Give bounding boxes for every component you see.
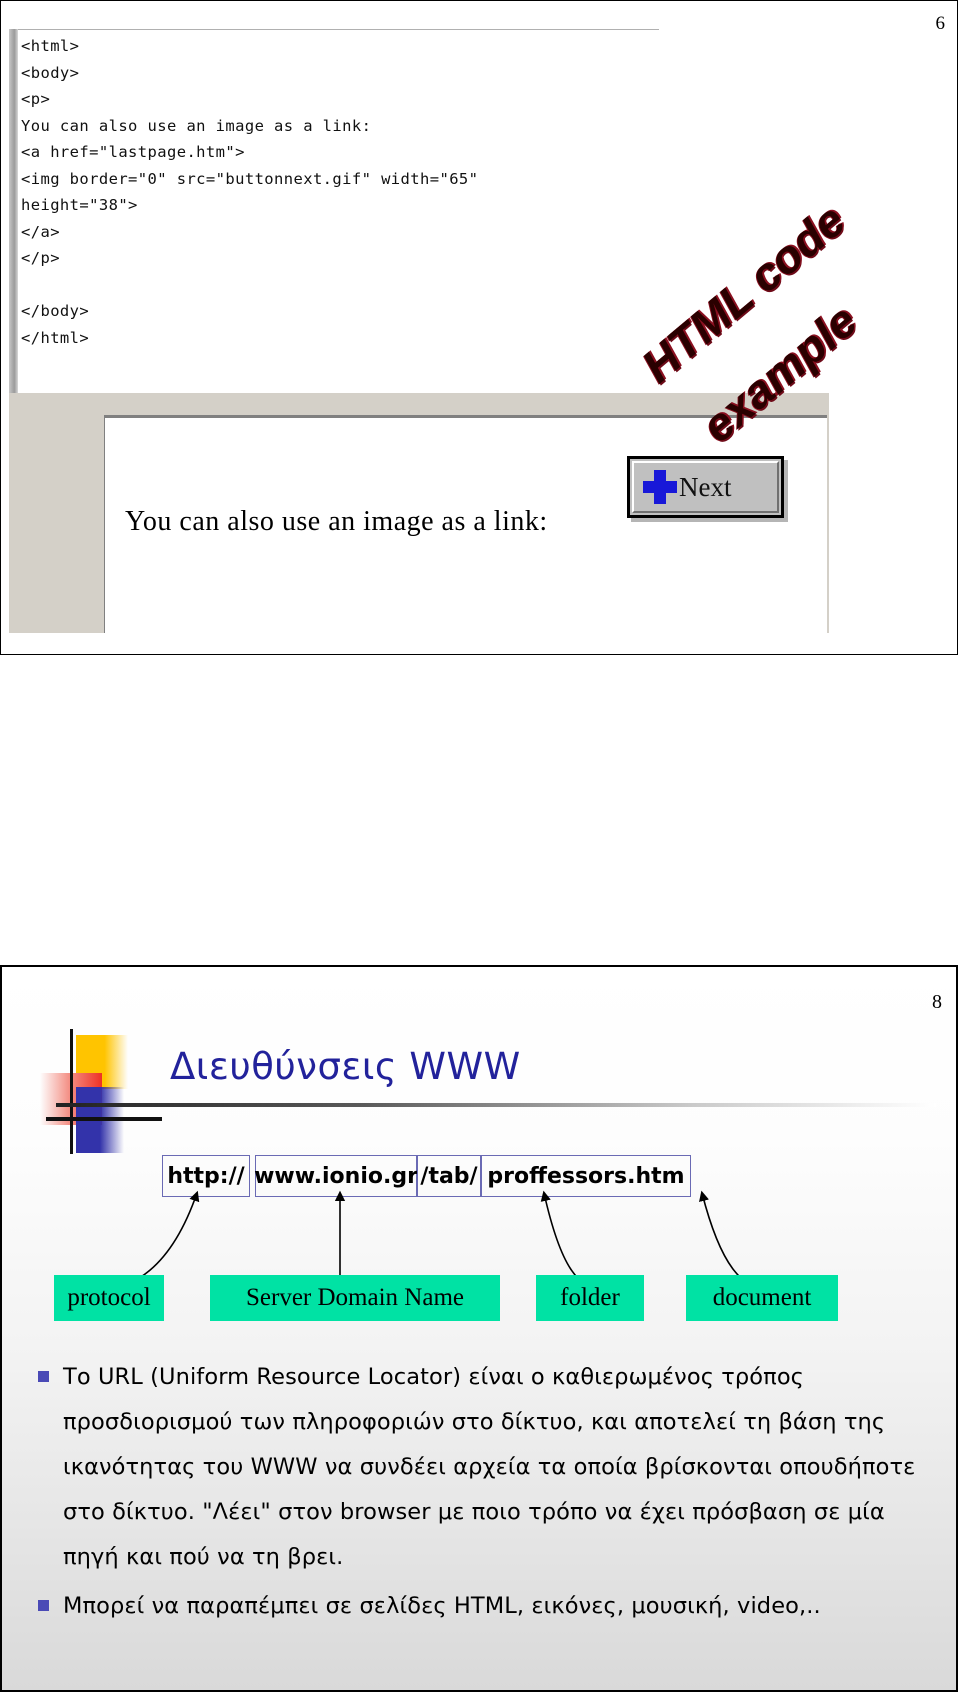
page-title: Διευθύνσεις WWW xyxy=(170,1045,521,1088)
label-document: document xyxy=(686,1275,838,1321)
code-editor-window: <html> <body> <p> You can also use an im… xyxy=(9,9,659,393)
list-item: Το URL (Uniform Resource Locator) είναι … xyxy=(38,1355,936,1580)
bullet-text: Μπορεί να παραπέμπει σε σελίδες HTML, ει… xyxy=(63,1593,821,1619)
editor-title-bar xyxy=(9,9,659,30)
square-bullet-icon xyxy=(38,1371,49,1382)
slide-2-number: 8 xyxy=(932,991,942,1013)
bullet-list: Το URL (Uniform Resource Locator) είναι … xyxy=(38,1355,936,1633)
label-folder: folder xyxy=(536,1275,644,1321)
label-protocol: protocol xyxy=(54,1275,164,1321)
blue-plus-icon xyxy=(643,470,677,504)
editor-left-rail xyxy=(9,29,18,393)
slide-2: 8 Διευθύνσεις WWW http:// www.ionio.gr /… xyxy=(0,965,958,1692)
preview-paragraph-text: You can also use an image as a link: xyxy=(125,506,548,537)
title-underline-rule xyxy=(56,1103,936,1107)
watermark-line-1: HTML code xyxy=(631,193,855,393)
slide-1: 6 <html> <body> <p> You can also use an … xyxy=(0,0,958,655)
next-button-label: Next xyxy=(679,471,732,502)
url-part-labels-row: protocol Server Domain Name folder docum… xyxy=(30,1275,838,1321)
list-item: Μπορεί να παραπέμπει σε σελίδες HTML, ει… xyxy=(38,1584,936,1629)
browser-preview-pane: You can also use an image as a link: Nex… xyxy=(104,415,827,633)
bullet-text: Το URL (Uniform Resource Locator) είναι … xyxy=(63,1364,916,1570)
slide-1-number: 6 xyxy=(935,13,946,34)
square-bullet-icon xyxy=(38,1600,49,1611)
next-image-link-button[interactable]: Next xyxy=(627,456,784,518)
html-code-text: <html> <body> <p> You can also use an im… xyxy=(21,37,479,347)
decorative-logo xyxy=(32,1029,162,1154)
logo-horizontal-line xyxy=(46,1117,162,1121)
html-code-example-watermark: HTML code example xyxy=(626,9,956,453)
next-button-face: Next xyxy=(632,461,779,513)
label-server-domain-name: Server Domain Name xyxy=(210,1275,500,1321)
logo-vertical-line xyxy=(70,1029,73,1154)
